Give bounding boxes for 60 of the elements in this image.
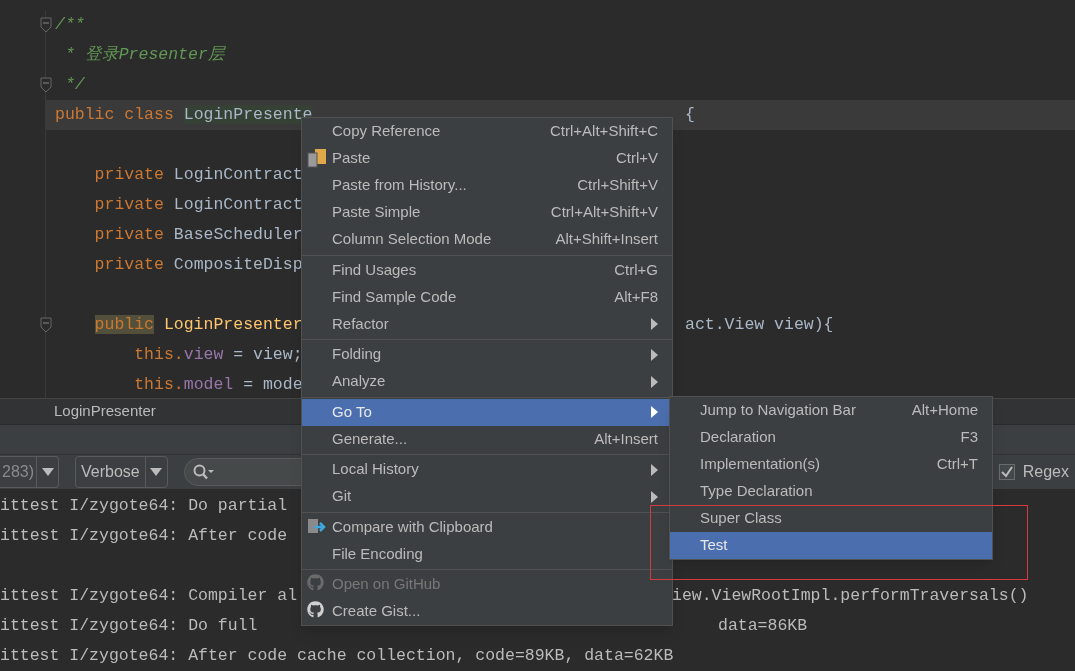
submenu-arrow-icon	[650, 318, 658, 330]
code-fragment: {	[684, 103, 695, 126]
code-line: private BaseScheduler	[93, 223, 303, 246]
code-line: public LoginPresenter	[93, 313, 303, 336]
code-line: private LoginContract	[93, 163, 303, 186]
menu-item[interactable]: Paste Simple Ctrl+Alt+Shift+V	[302, 199, 672, 226]
submenu-arrow-icon	[650, 348, 658, 361]
log-line: ittest I/zygote64: After code	[0, 525, 288, 545]
search-icon	[192, 463, 215, 480]
fold-marker-icon[interactable]	[40, 17, 52, 33]
caret-icon	[41, 467, 54, 476]
menu-item[interactable]: Analyze	[302, 368, 672, 395]
level-dropdown[interactable]: Verbose	[75, 455, 168, 488]
menu-item[interactable]: Generate... Alt+Insert	[302, 425, 672, 453]
menu-item[interactable]: Implementation(s) Ctrl+T	[670, 451, 992, 478]
log-fragment: iew.ViewRootImpl.performTraversals()	[672, 584, 1029, 607]
submenu-arrow-icon	[650, 406, 658, 418]
code-line: private CompositeDisp	[93, 253, 303, 276]
submenu-arrow-icon	[650, 375, 658, 388]
code-fragment: act.View view){	[684, 313, 834, 336]
menu-item[interactable]: Compare with Clipboard	[302, 513, 672, 541]
log-line: ittest I/zygote64: Do full	[0, 615, 258, 635]
menu-item[interactable]: Paste from History... Ctrl+Shift+V	[302, 172, 672, 199]
octocat-icon	[307, 574, 324, 591]
menu-item[interactable]: Find Sample Code Alt+F8	[302, 283, 672, 311]
fold-marker-icon[interactable]	[40, 317, 52, 333]
code-line: this.view = view;	[133, 343, 303, 366]
fold-marker-icon[interactable]	[40, 77, 52, 93]
menu-item[interactable]: Test	[670, 532, 992, 559]
menu-item[interactable]: Declaration F3	[670, 424, 992, 451]
menu-item[interactable]: Find Usages Ctrl+G	[302, 256, 672, 284]
menu-item[interactable]: Create Gist...	[302, 598, 672, 625]
code-line: this.model = mode	[133, 373, 303, 396]
checkbox-label: Regex	[1022, 461, 1069, 482]
log-line: ittest I/zygote64: After code cache collection, code=89KB, data=62KB	[0, 645, 674, 665]
code-line: */	[63, 73, 85, 96]
octocat-icon	[307, 601, 324, 618]
menu-item[interactable]: File Encoding	[302, 540, 672, 568]
submenu-arrow-icon	[650, 490, 658, 503]
code-line: * 登录Presenter层	[63, 43, 225, 66]
caret-icon	[150, 467, 163, 476]
menu-item[interactable]: Go To	[302, 398, 672, 426]
menu-item[interactable]: Git	[302, 483, 672, 510]
menu-item[interactable]: Folding	[302, 341, 672, 368]
log-line: ittest I/zygote64: Do partial	[0, 495, 288, 515]
clipboard-icon	[307, 148, 327, 168]
regex-checkbox[interactable]	[998, 463, 1015, 480]
menu-item[interactable]: Local History	[302, 456, 672, 483]
log-line: ittest I/zygote64: Compiler al	[0, 585, 298, 605]
code-line: private LoginContract	[93, 193, 303, 216]
menu-item[interactable]: Paste Ctrl+V	[302, 145, 672, 172]
menu-item[interactable]: Type Declaration	[670, 478, 992, 505]
menu-item[interactable]: Refactor	[302, 310, 672, 338]
menu-item[interactable]: Jump to Navigation Bar Alt+Home	[670, 397, 992, 424]
submenu-arrow-icon	[650, 463, 658, 476]
log-fragment: data=86KB	[717, 614, 808, 637]
process-dropdown[interactable]: 283)	[0, 455, 60, 488]
menu-item[interactable]: Column Selection Mode Alt+Shift+Insert	[302, 226, 672, 253]
code-line: /**	[55, 13, 85, 36]
breadcrumb-item[interactable]: LoginPresenter	[54, 400, 156, 423]
